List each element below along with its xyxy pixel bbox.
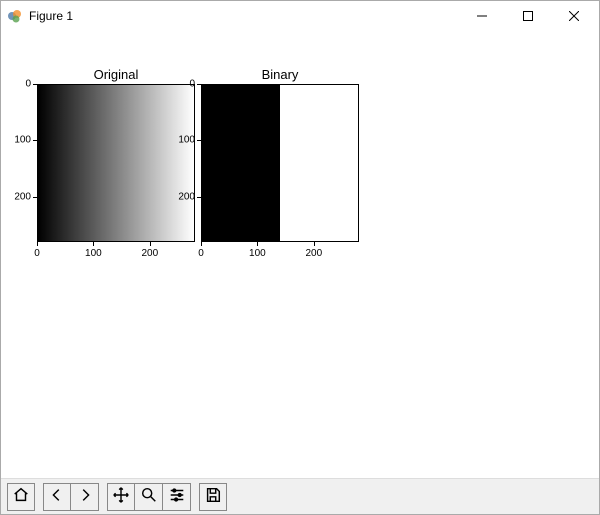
plot-title-original: Original — [94, 67, 139, 82]
minimize-button[interactable] — [459, 1, 505, 31]
zoom-button[interactable] — [135, 483, 163, 511]
canvas-area: Original 0 100 200 0 100 200 — [1, 31, 599, 478]
ytick-label: 200 — [178, 191, 195, 202]
ytick-label: 0 — [189, 79, 195, 90]
axes-original — [37, 84, 195, 242]
back-button[interactable] — [43, 483, 71, 511]
home-button[interactable] — [7, 483, 35, 511]
save-button[interactable] — [199, 483, 227, 511]
forward-button[interactable] — [71, 483, 99, 511]
xtick-label: 100 — [249, 248, 266, 259]
binary-black-region — [202, 85, 280, 241]
save-icon — [204, 486, 222, 507]
home-icon — [12, 486, 30, 507]
axes-binary — [201, 84, 359, 242]
zoom-icon — [140, 486, 158, 507]
arrow-right-icon — [76, 486, 94, 507]
figure-window: Figure 1 Original 0 100 20 — [0, 0, 600, 515]
subplot-original: Original 0 100 200 0 100 200 — [37, 67, 195, 242]
ytick-label: 200 — [14, 191, 31, 202]
titlebar: Figure 1 — [1, 1, 599, 31]
subplot-binary: Binary 0 100 200 0 100 200 — [201, 67, 359, 242]
ytick-label: 0 — [25, 79, 31, 90]
close-button[interactable] — [551, 1, 597, 31]
app-icon — [7, 8, 23, 24]
matplotlib-toolbar — [1, 478, 599, 514]
xtick-label: 200 — [305, 248, 322, 259]
xtick-label: 0 — [198, 248, 204, 259]
arrow-left-icon — [48, 486, 66, 507]
xtick-label: 0 — [34, 248, 40, 259]
sliders-icon — [168, 486, 186, 507]
plot-title-binary: Binary — [262, 67, 299, 82]
xtick-label: 100 — [85, 248, 102, 259]
pan-button[interactable] — [107, 483, 135, 511]
window-title: Figure 1 — [29, 9, 73, 23]
maximize-button[interactable] — [505, 1, 551, 31]
move-icon — [112, 486, 130, 507]
ytick-label: 100 — [178, 135, 195, 146]
xtick-label: 200 — [141, 248, 158, 259]
configure-button[interactable] — [163, 483, 191, 511]
ytick-label: 100 — [14, 135, 31, 146]
